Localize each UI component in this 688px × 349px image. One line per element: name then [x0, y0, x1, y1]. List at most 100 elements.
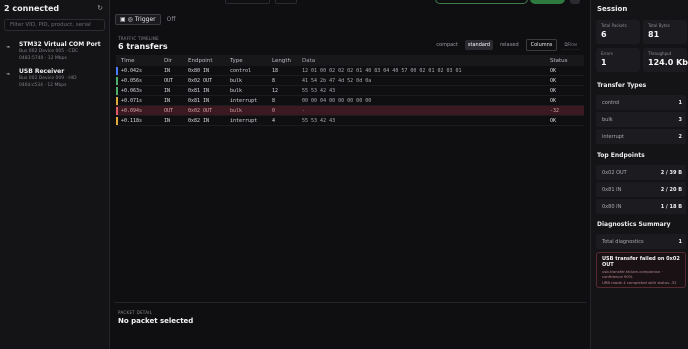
target-icon: ◎: [127, 16, 133, 23]
cell-len: 4: [272, 117, 276, 124]
cell-type: bulk: [230, 107, 243, 114]
col-status[interactable]: Status: [550, 58, 580, 64]
row-marker: [116, 77, 118, 85]
item-key: 0x81 IN: [602, 186, 622, 193]
cell-dir: IN: [164, 87, 171, 94]
cell-dir: IN: [164, 67, 171, 74]
stat-value: 1: [601, 58, 607, 67]
device-name: STM32 Virtual COM Port: [19, 41, 101, 48]
item-value: 3: [678, 116, 682, 123]
cell-data: 12 01 00 02 02 02 01 40 83 04 40 57 00 0…: [302, 67, 462, 74]
view-compact[interactable]: compact: [433, 40, 461, 50]
transfer-type-bulk: bulk 3: [596, 112, 686, 127]
cell-time: +0.094s: [121, 107, 143, 114]
device-sidebar: 2 connected ↻ Filter VID, PID, product, …: [0, 0, 110, 349]
stat-value: 124.0 Kb...: [648, 58, 688, 67]
item-key: Total diagnostics: [602, 238, 644, 245]
endpoint-0x80-in: 0x80 IN 1 / 18 B: [596, 199, 686, 214]
endpoint-0x02-out: 0x02 OUT 2 / 39 B: [596, 165, 686, 180]
stat-throughput: Throughput 124.0 Kb...: [643, 48, 688, 72]
cell-type: interrupt: [230, 97, 258, 104]
device-filter-input[interactable]: Filter VID, PID, product, serial: [4, 19, 105, 31]
cell-ep: 0x02 OUT: [188, 77, 213, 84]
item-value: 2 / 20 B: [660, 186, 682, 193]
device-meta: 046d:c534 · 12 Mbps: [19, 83, 67, 88]
cell-dir: OUT: [164, 77, 174, 84]
table-body: +0.042s IN 0x80 IN control 18 12 01 00 02 02 …: [116, 66, 584, 126]
row-marker: [116, 107, 118, 115]
view-relaxed[interactable]: relaxed: [497, 40, 522, 50]
timeline-label: TRAFFIC TIMELINE: [118, 36, 159, 41]
device-item-stm32[interactable]: ⌁ STM32 Virtual COM Port Bus 002 Device …: [0, 35, 109, 62]
trigger-button[interactable]: ▣ ◎ Trigger: [115, 14, 161, 25]
refresh-icon[interactable]: ↻: [97, 4, 103, 12]
item-value: 2 / 39 B: [660, 169, 682, 176]
table-row[interactable]: +0.042s IN 0x80 IN control 18 12 01 00 02 02 …: [116, 66, 584, 76]
cell-status: OK: [550, 97, 557, 104]
col-type[interactable]: Type: [230, 58, 272, 64]
row-marker: [116, 87, 118, 95]
view-standard[interactable]: standard: [464, 40, 494, 50]
top-endpoints-title: Top Endpoints: [597, 152, 645, 159]
diagnostic-detail: URB mode 4 completed with status -32: [602, 280, 677, 285]
menu-button[interactable]: [570, 0, 580, 4]
divider: [114, 302, 586, 303]
item-key: bulk: [602, 116, 613, 123]
item-value: 1 / 18 B: [660, 203, 682, 210]
timeline-title: 6 transfers: [118, 42, 168, 51]
device-item-usb-receiver[interactable]: ⌁ USB Receiver Bus 002 Device 009 · HID …: [0, 62, 109, 89]
cell-ep: 0x02 OUT: [188, 107, 213, 114]
usb-icon: ⌁: [6, 70, 11, 78]
stat-total-bytes: Total Bytes 81: [643, 20, 687, 44]
item-value: 1: [678, 99, 682, 106]
usb-icon: ⌁: [6, 43, 11, 51]
cell-ep: 0x82 IN: [188, 117, 210, 124]
col-dir[interactable]: Dir: [164, 58, 188, 64]
device-meta: Bus 002 Device 005 · CDC: [19, 49, 79, 54]
cell-len: 0: [272, 107, 276, 114]
packet-detail-title: No packet selected: [118, 317, 194, 325]
cell-type: interrupt: [230, 117, 258, 124]
table-row[interactable]: +0.094s OUT 0x02 OUT bulk 0 - -32: [116, 106, 584, 116]
item-key: 0x80 IN: [602, 203, 622, 210]
col-time[interactable]: Time: [116, 58, 164, 64]
view-tools: compact standard relaxed Columns ⧉ Row: [433, 39, 580, 51]
cell-time: +0.056s: [121, 77, 143, 84]
toolbar-control[interactable]: [225, 0, 270, 4]
cell-len: 8: [272, 97, 276, 104]
session-sidebar: Session Total Packets 6 Total Bytes 81 E…: [590, 0, 688, 349]
stat-label: Throughput: [648, 51, 672, 56]
stat-label: Errors: [601, 51, 613, 56]
stat-label: Total Bytes: [648, 23, 670, 28]
columns-button[interactable]: Columns: [525, 39, 558, 51]
row-marker: [116, 67, 118, 75]
table-row[interactable]: +0.118s IN 0x82 IN interrupt 4 55 53 42 43 OK: [116, 116, 584, 126]
table-row[interactable]: +0.063s IN 0x81 IN bulk 12 55 53 42 43 OK: [116, 86, 584, 96]
cell-len: 12: [272, 87, 279, 94]
cell-status: OK: [550, 77, 557, 84]
cell-type: bulk: [230, 77, 243, 84]
session-title: Session: [597, 5, 628, 13]
table-row[interactable]: +0.056s OUT 0x02 OUT bulk 8 41 54 2b 47 4d 52…: [116, 76, 584, 86]
toolbar-control[interactable]: [275, 0, 297, 4]
cell-time: +0.063s: [121, 87, 143, 94]
cell-status: OK: [550, 87, 557, 94]
row-button[interactable]: ⧉ Row: [561, 40, 580, 50]
capture-button[interactable]: [530, 0, 565, 4]
col-data[interactable]: Data: [302, 58, 550, 64]
col-endpoint[interactable]: Endpoint: [188, 58, 230, 64]
table-row[interactable]: +0.071s IN 0x81 IN interrupt 8 00 00 04 00 00…: [116, 96, 584, 106]
item-key: 0x02 OUT: [602, 169, 627, 176]
stat-label: Total Packets: [601, 23, 627, 28]
cell-data: 00 00 04 00 00 00 00 00: [302, 97, 372, 104]
cell-type: bulk: [230, 87, 243, 94]
row-label: Row: [567, 41, 577, 48]
cell-time: +0.071s: [121, 97, 143, 104]
diagnostic-card[interactable]: USB transfer failed on 0x02 OUT usb.tran…: [596, 252, 686, 288]
item-value: 1: [678, 238, 682, 245]
device-meta: Bus 002 Device 009 · HID: [19, 76, 77, 81]
capture-status-pill[interactable]: [435, 0, 528, 4]
col-length[interactable]: Length: [272, 58, 302, 64]
cell-dir: IN: [164, 97, 171, 104]
row-marker: [116, 117, 118, 125]
